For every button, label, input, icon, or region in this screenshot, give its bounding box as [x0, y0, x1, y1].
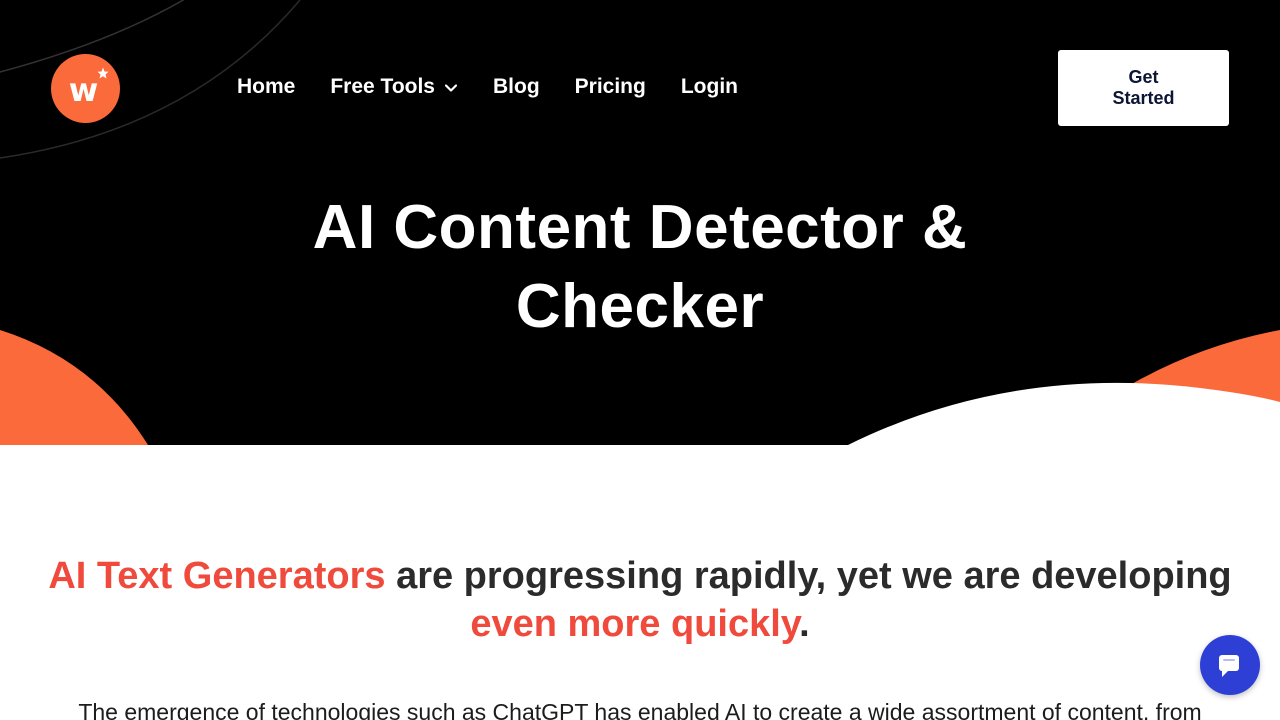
nav-pricing[interactable]: Pricing — [575, 75, 646, 99]
nav-blog-label: Blog — [493, 75, 540, 98]
nav-login[interactable]: Login — [681, 75, 738, 99]
brand-logo[interactable]: w — [51, 54, 120, 123]
decor-white-wave — [848, 382, 1280, 445]
chat-bubble-icon — [1219, 655, 1239, 677]
main-nav: Home Free Tools Blog Pricing Login — [237, 72, 738, 102]
nav-blog[interactable]: Blog — [493, 75, 540, 99]
nav-pricing-label: Pricing — [574, 75, 646, 98]
hero-section: w Home Free Tools Blog Pricing Login Get… — [0, 0, 1280, 445]
logo-star-icon — [97, 67, 109, 79]
get-started-label: Get Started — [1112, 67, 1175, 108]
decor-orange-left — [0, 330, 148, 445]
page-title: AI Content Detector & Checker — [312, 193, 968, 341]
tagline-end: . — [799, 603, 810, 645]
intro-paragraph: The emergence of technologies such as Ch… — [78, 699, 1202, 720]
nav-home-label: Home — [237, 75, 296, 98]
chat-widget-button[interactable] — [1200, 635, 1260, 695]
tagline-middle: are progressing rapidly, yet we are deve… — [385, 555, 1232, 597]
tagline-highlight-generators: AI Text Generators — [48, 555, 386, 597]
nav-login-label: Login — [680, 75, 738, 98]
logo-letter: w — [68, 71, 99, 109]
nav-free-tools[interactable]: Free Tools — [330, 75, 458, 99]
tagline-highlight-quickly: even more quickly — [470, 603, 800, 645]
tagline-heading: AI Text Generators are progressing rapid… — [30, 552, 1250, 648]
nav-home[interactable]: Home — [237, 75, 295, 99]
chevron-down-icon — [444, 84, 458, 92]
nav-free-tools-label: Free Tools — [330, 75, 435, 98]
get-started-button[interactable]: Get Started — [1058, 50, 1229, 126]
